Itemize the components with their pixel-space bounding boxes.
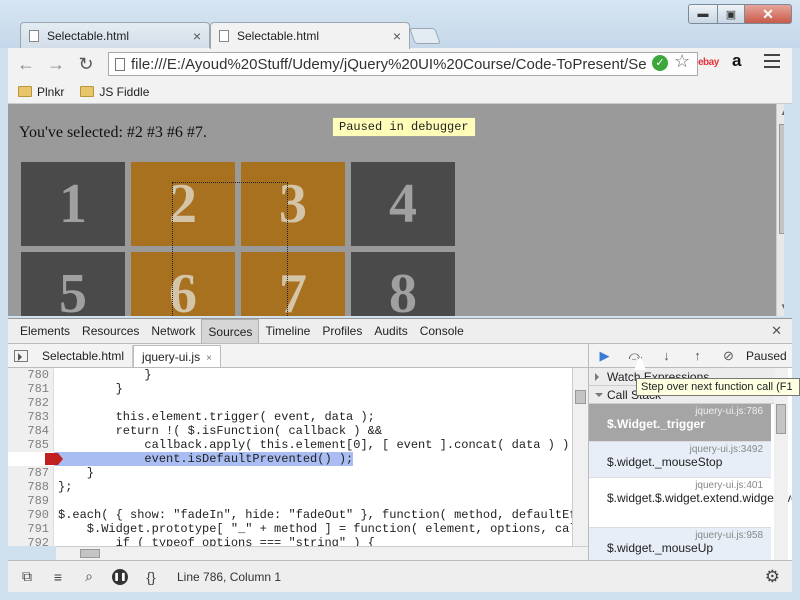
tab-console[interactable]: Console [414,319,470,343]
chrome-menu-icon[interactable] [764,54,780,68]
code-line: 785 callback.apply( this.element[0], [ e… [8,438,572,452]
code-line: 787 } [8,466,572,480]
code-line: 788}; [8,480,572,494]
devtools-panel-tabs: Elements Resources Network Sources Timel… [8,318,792,344]
search-icon[interactable]: ⌕ [77,566,101,588]
mouse-cursor-icon [634,356,646,370]
editor-vertical-scrollbar[interactable] [572,368,588,546]
code-line: 781 } [8,382,572,396]
console-drawer-icon[interactable]: ≡ [46,566,70,588]
cursor-position: Line 786, Column 1 [177,569,282,584]
tab-close-icon[interactable]: × [193,28,201,44]
code-line: 789 [8,494,572,508]
debugger-status: Paused [746,348,787,363]
code-line: 784 return !( $.isFunction( callback ) &… [8,424,572,438]
tab-close-icon[interactable]: × [393,28,401,44]
pause-on-exceptions-icon[interactable]: ❚❚ [108,566,132,588]
scroll-down-arrow-icon[interactable]: ▼ [780,302,784,311]
selectable-tile[interactable]: 5 [21,252,125,316]
tab-title: Selectable.html [47,28,130,43]
file-tab-jquery-ui[interactable]: jquery-ui.js × [133,344,221,367]
debugger-toolbar: ▶ ⤼ ↓ ↑ ⊘ Paused [588,344,792,368]
call-stack-frame[interactable]: jquery-ui.js:958 $.widget._mouseUp [589,528,771,560]
bookmark-star-icon[interactable]: ☆ [674,51,690,72]
page-icon [219,30,229,42]
selectable-tile[interactable]: 1 [21,162,125,246]
deactivate-breakpoints-icon[interactable]: ⊘ [713,345,744,367]
file-tab-selectable[interactable]: Selectable.html [34,344,134,367]
step-into-icon[interactable]: ↓ [651,345,682,367]
debugger-sidebar: Watch Expressions Call Stack jquery-ui.j… [588,368,792,560]
selectable-tile[interactable]: 4 [351,162,455,246]
folder-icon [18,86,32,97]
scrollbar-thumb[interactable] [776,404,786,434]
forward-arrow-icon[interactable]: → [44,52,68,76]
execution-pointer-icon[interactable] [45,453,63,465]
address-url: file:///E:/Ayoud%20Stuff/Udemy/jQuery%20… [131,55,647,73]
minimize-button[interactable]: ▬ [688,4,718,24]
pretty-print-icon[interactable]: {} [139,566,163,588]
reload-icon[interactable]: ↻ [74,52,98,76]
call-stack-frame[interactable]: jquery-ui.js:3492 $.widget._mouseStop [589,442,771,478]
tab-network[interactable]: Network [145,319,201,343]
tab-elements[interactable]: Elements [14,319,76,343]
bookmark-js-fiddle[interactable]: JS Fiddle [80,85,149,99]
address-bar[interactable]: file:///E:/Ayoud%20Stuff/Udemy/jQuery%20… [108,52,698,76]
code-line: 792 if ( typeof options === "string" ) { [8,536,572,546]
dock-icon[interactable]: ⧉ [15,566,39,588]
page-scrollbar[interactable]: ▲ ▼ [776,104,784,316]
gear-icon[interactable]: ⚙ [765,567,780,587]
selection-lasso [172,182,288,316]
step-over-tooltip: Step over next function call (F1 [636,378,800,396]
code-line: 791 $.Widget.prototype[ "_" + method ] =… [8,522,572,536]
window-titlebar: Selectable.html × Selectable.html × ▬ ▣ … [0,0,800,49]
tab-audits[interactable]: Audits [368,319,413,343]
close-file-icon[interactable]: × [206,353,212,364]
amazon-extension-icon[interactable]: a [732,51,741,71]
toggle-navigator-icon[interactable] [14,349,28,362]
scrollbar-thumb[interactable] [779,124,784,234]
code-line: 783 this.element.trigger( event, data ); [8,410,572,424]
maximize-button[interactable]: ▣ [717,4,745,24]
code-line: 790 $.each( { show: "fadeIn", hide: "fade… [8,508,572,522]
call-stack-frame[interactable]: jquery-ui.js:401 $.widget.$.widget.exten… [589,478,792,528]
resume-icon[interactable]: ▶ [589,345,620,367]
scroll-up-arrow-icon[interactable]: ▲ [780,108,784,117]
tab-sources[interactable]: Sources [201,319,260,343]
ebay-extension-icon[interactable]: ebay [698,57,719,68]
browser-toolbar: ← → ↻ file:///E:/Ayoud%20Stuff/Udemy/jQu… [8,48,792,80]
tab-timeline[interactable]: Timeline [259,319,316,343]
tab-resources[interactable]: Resources [76,319,145,343]
paused-in-debugger-badge: Paused in debugger [332,117,476,137]
tab-title: Selectable.html [237,29,320,43]
source-file-tabs: Selectable.html jquery-ui.js × [8,344,588,368]
sidebar-scrollbar[interactable] [774,368,788,560]
editor-horizontal-scrollbar[interactable] [56,546,588,560]
checkmark-extension-icon[interactable]: ✓ [652,55,668,71]
code-line: 782 [8,396,572,410]
folder-icon [80,86,95,97]
devtools-status-bar: ⧉ ≡ ⌕ ❚❚ {} Line 786, Column 1 ⚙ [8,560,792,592]
devtools-close-icon[interactable]: ✕ [771,323,782,339]
selectable-tile[interactable]: 8 [351,252,455,316]
back-arrow-icon[interactable]: ← [14,52,38,76]
bookmarks-bar: Plnkr JS Fiddle [8,80,792,104]
close-window-button[interactable]: ✕ [744,4,792,24]
page-viewport: You've selected: #2 #3 #6 #7. Paused in … [8,104,784,316]
page-icon [115,57,125,71]
page-icon [29,29,39,42]
call-stack-frame[interactable]: jquery-ui.js:786 $.Widget._trigger [589,404,771,442]
code-line: 780 } [8,368,572,382]
scrollbar-thumb[interactable] [80,549,100,558]
scrollbar-thumb[interactable] [575,390,586,404]
code-editor[interactable]: 780 } 781 } 782 783 this.element.trigger… [8,368,572,546]
new-tab-button[interactable] [409,28,441,44]
tab-profiles[interactable]: Profiles [316,319,368,343]
current-execution-line: event.isDefaultPrevented() ); [8,452,572,466]
bookmark-plnkr[interactable]: Plnkr [18,85,64,99]
step-out-icon[interactable]: ↑ [682,345,713,367]
browser-tab-1[interactable]: Selectable.html × [20,22,210,48]
browser-tab-2[interactable]: Selectable.html × [210,22,410,49]
selection-result-text: You've selected: #2 #3 #6 #7. [19,124,207,141]
